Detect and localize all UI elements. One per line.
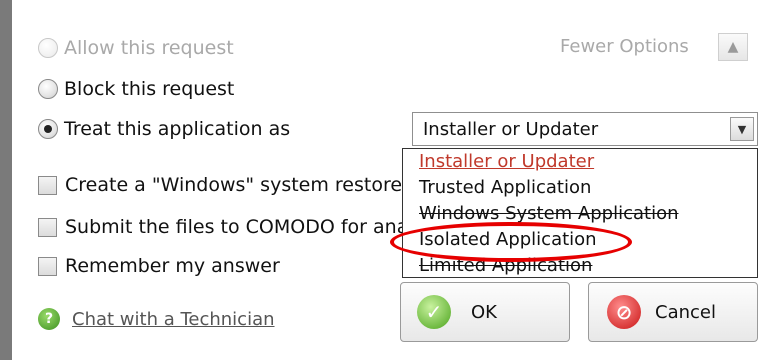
fewer-options-label[interactable]: Fewer Options bbox=[560, 36, 689, 57]
chat-technician-row[interactable]: ? Chat with a Technician bbox=[38, 305, 275, 333]
window-left-border bbox=[0, 0, 12, 360]
cancel-button[interactable]: ⊘ Cancel bbox=[588, 282, 758, 342]
submit-files-option[interactable]: Submit the files to COMODO for ana bbox=[38, 214, 408, 240]
dropdown-item-installer[interactable]: Installer or Updater bbox=[403, 149, 757, 175]
cancel-button-label: Cancel bbox=[655, 301, 716, 323]
dropdown-item-windows-system[interactable]: Windows System Application bbox=[403, 201, 757, 227]
block-request-option[interactable]: Block this request bbox=[38, 76, 234, 102]
treat-application-label[interactable]: Treat this application as bbox=[64, 118, 290, 140]
submit-files-label[interactable]: Submit the files to COMODO for ana bbox=[65, 216, 408, 238]
submit-files-checkbox[interactable] bbox=[38, 217, 57, 237]
treat-application-option[interactable]: Treat this application as bbox=[38, 116, 290, 142]
dropdown-arrow-icon[interactable]: ▼ bbox=[730, 117, 754, 141]
chat-technician-link[interactable]: Chat with a Technician bbox=[72, 309, 275, 330]
allow-request-radio bbox=[38, 38, 58, 58]
dropdown-item-isolated[interactable]: Isolated Application bbox=[403, 227, 757, 253]
application-type-value: Installer or Updater bbox=[423, 118, 599, 140]
treat-application-radio[interactable] bbox=[38, 119, 58, 139]
remember-answer-option[interactable]: Remember my answer bbox=[38, 253, 280, 279]
dropdown-item-limited[interactable]: Limited Application bbox=[403, 253, 757, 277]
ok-button-label: OK bbox=[471, 301, 497, 323]
application-type-dropdown-list[interactable]: Installer or Updater Trusted Application… bbox=[402, 148, 758, 278]
block-request-radio[interactable] bbox=[38, 79, 58, 99]
remember-answer-checkbox[interactable] bbox=[38, 256, 57, 276]
system-restore-option[interactable]: Create a "Windows" system restore bbox=[38, 172, 402, 198]
block-request-label[interactable]: Block this request bbox=[64, 78, 234, 100]
chevron-up-icon: ▲ bbox=[727, 39, 739, 55]
fewer-options-button[interactable]: ▲ bbox=[718, 33, 748, 61]
system-restore-label[interactable]: Create a "Windows" system restore bbox=[65, 174, 402, 196]
system-restore-checkbox[interactable] bbox=[38, 175, 57, 195]
dropdown-item-trusted[interactable]: Trusted Application bbox=[403, 175, 757, 201]
remember-answer-label[interactable]: Remember my answer bbox=[65, 255, 280, 277]
checkmark-icon: ✓ bbox=[417, 295, 451, 329]
allow-request-option: Allow this request bbox=[38, 35, 234, 61]
allow-request-label: Allow this request bbox=[64, 37, 234, 59]
ok-button[interactable]: ✓ OK bbox=[400, 282, 570, 342]
application-type-select[interactable]: Installer or Updater ▼ bbox=[412, 112, 758, 146]
cancel-icon: ⊘ bbox=[607, 295, 641, 329]
help-icon: ? bbox=[38, 308, 60, 330]
